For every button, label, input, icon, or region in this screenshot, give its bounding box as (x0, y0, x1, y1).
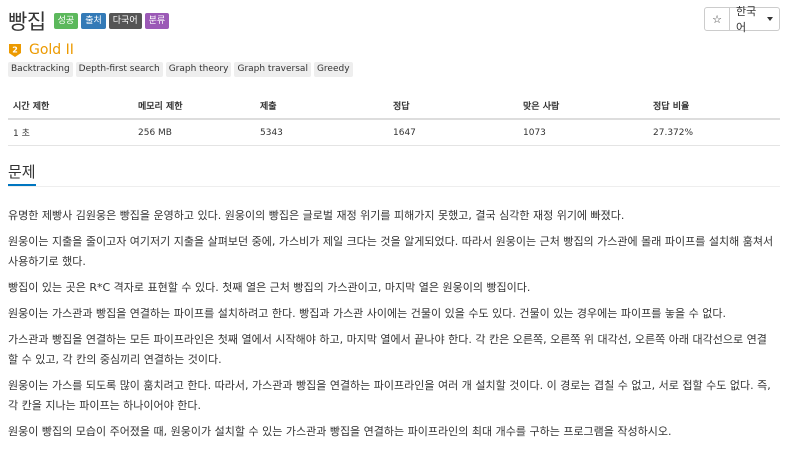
star-icon: ☆ (712, 12, 722, 26)
problem-stats-table: 시간 제한 메모리 제한 제출 정답 맞은 사람 정답 비율 1 초 256 M… (8, 92, 780, 146)
description-paragraph: 가스관과 빵집을 연결하는 모든 파이프라인은 첫째 열에서 시작해야 하고, … (8, 333, 767, 366)
language-label: 한국어 (736, 5, 757, 34)
badge-multilingual[interactable]: 다국어 (108, 13, 142, 29)
badge-judge[interactable]: 출처 (81, 13, 106, 29)
description-paragraph: 원웅이 빵집의 모습이 주어졌을 때, 원웅이가 설치할 수 있는 가스관과 빵… (8, 425, 672, 438)
description-paragraph: 원웅이는 가스를 되도록 많이 훔치려고 한다. 따라서, 가스관과 빵집을 연… (8, 379, 771, 412)
stats-header: 맞은 사람 (518, 92, 648, 120)
problem-header: 빵집 성공 출처 다국어 분류 (8, 6, 172, 36)
favorite-button[interactable]: ☆ (704, 7, 730, 31)
description-paragraph: 빵집이 있는 곳은 R*C 격자로 표현할 수 있다. 첫째 열은 근처 빵집의… (8, 281, 531, 294)
stats-cell: 5343 (255, 119, 388, 146)
stats-cell: 256 MB (133, 119, 255, 146)
caret-down-icon (767, 17, 773, 21)
tag[interactable]: Graph traversal (234, 62, 311, 77)
tag[interactable]: Greedy (313, 62, 353, 77)
gold-tier-icon: 2 (9, 43, 21, 57)
problem-title: 빵집 (8, 10, 46, 34)
stats-cell: 27.372% (648, 119, 780, 146)
tier-label: Gold II (29, 42, 74, 58)
stats-cell: 1073 (518, 119, 648, 146)
stats-cell: 1 초 (8, 119, 133, 146)
stats-header-row: 시간 제한 메모리 제한 제출 정답 맞은 사람 정답 비율 (8, 92, 780, 120)
badge-success[interactable]: 성공 (53, 13, 79, 29)
svg-text:2: 2 (12, 45, 18, 54)
description-paragraph: 원웅이는 지출을 줄이고자 여기저기 지출을 살펴보던 중에, 가스비가 제일 … (8, 235, 774, 268)
description-paragraph: 원웅이는 가스관과 빵집을 연결하는 파이프를 설치하려고 한다. 빵집과 가스… (8, 307, 726, 320)
tag[interactable]: Graph theory (165, 62, 232, 77)
header-controls: ☆ 한국어 (704, 5, 780, 34)
stats-header: 시간 제한 (8, 92, 133, 120)
algorithm-tags: Backtracking Depth-first search Graph th… (8, 62, 356, 77)
problem-description: 유명한 제빵사 김원웅은 빵집을 운영하고 있다. 원웅이의 빵집은 글로벌 재… (8, 206, 776, 448)
section-divider (8, 186, 780, 187)
stats-header: 정답 (388, 92, 518, 120)
tag[interactable]: Backtracking (8, 62, 73, 77)
description-paragraph: 유명한 제빵사 김원웅은 빵집을 운영하고 있다. 원웅이의 빵집은 글로벌 재… (8, 209, 625, 222)
stats-header: 제출 (255, 92, 388, 120)
stats-header: 정답 비율 (648, 92, 780, 120)
tag[interactable]: Depth-first search (75, 62, 163, 77)
section-title: 문제 (8, 163, 36, 181)
language-dropdown[interactable]: 한국어 (730, 5, 780, 34)
badge-classify[interactable]: 분류 (144, 13, 170, 29)
stats-cell: 1647 (388, 119, 518, 146)
tier-row[interactable]: 2 Gold II (8, 42, 74, 58)
stats-row: 1 초 256 MB 5343 1647 1073 27.372% (8, 119, 780, 146)
stats-header: 메모리 제한 (133, 92, 255, 120)
